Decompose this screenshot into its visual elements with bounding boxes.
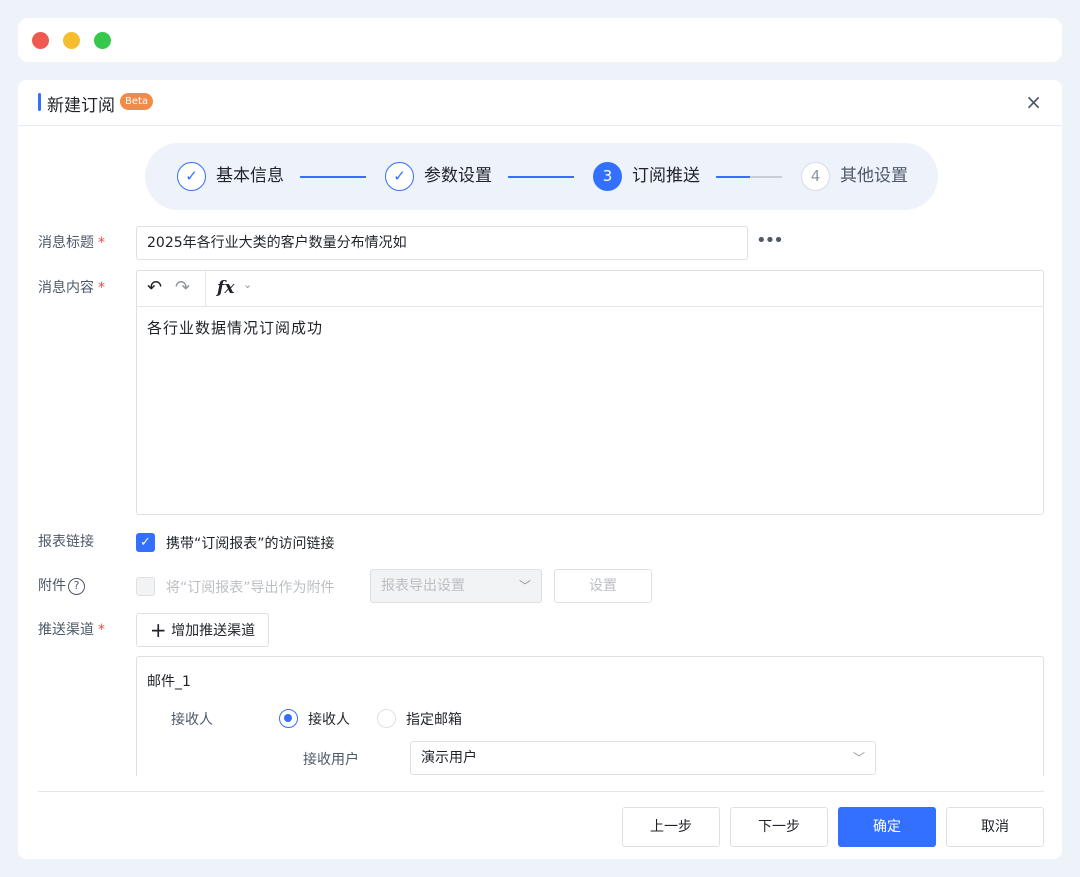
step-3-label[interactable]: 订阅推送 [632, 165, 700, 187]
previous-step-button[interactable]: 上一步 [622, 807, 720, 847]
attachment-checkbox-text: 将“订阅报表”导出作为附件 [166, 580, 335, 596]
attachment-checkbox[interactable] [136, 577, 155, 596]
step-2-check-icon: ✓ [385, 162, 414, 191]
export-settings-select[interactable]: 报表导出设置 ﹀ [370, 569, 542, 603]
specify-email-radio-label: 指定邮箱 [406, 712, 462, 728]
step-4-label[interactable]: 其他设置 [840, 165, 908, 187]
export-settings-select-value: 报表导出设置 [381, 578, 465, 594]
email-channel-card: 邮件_1 接收人 接收人 指定邮箱 接收用户 演示用户 ﹀ [136, 656, 1044, 776]
minimize-window-dot[interactable] [63, 32, 80, 49]
step-2-label[interactable]: 参数设置 [424, 165, 492, 187]
push-channel-label-text: 推送渠道 [38, 622, 94, 638]
window-titlebar [18, 18, 1062, 62]
recipient-radio-label: 接收人 [308, 712, 350, 728]
specify-email-radio[interactable] [377, 709, 396, 728]
message-title-label: 消息标题 * [38, 233, 105, 253]
step-connector-1 [300, 176, 366, 178]
dialog-title: 新建订阅 [47, 96, 115, 116]
required-mark: * [98, 235, 105, 251]
step-connector-2 [508, 176, 574, 178]
step-connector-3-done [716, 176, 750, 178]
close-icon[interactable]: × [1025, 90, 1042, 114]
plus-icon: + [149, 618, 167, 642]
message-title-input[interactable]: 2025年各行业大类的客户数量分布情况如 [136, 226, 748, 260]
dialog-header: 新建订阅 Beta × [18, 80, 1062, 126]
attachment-settings-button[interactable]: 设置 [554, 569, 652, 603]
attachment-label: 附件? [38, 576, 85, 596]
toolbar-divider [205, 271, 206, 307]
footer-divider [38, 791, 1044, 792]
cancel-button[interactable]: 取消 [946, 807, 1044, 847]
report-link-label: 报表链接 [38, 534, 94, 550]
title-accent-bar [38, 93, 41, 111]
more-options-icon[interactable]: ••• [756, 230, 784, 251]
recipient-label: 接收人 [171, 712, 213, 728]
new-subscription-dialog: 新建订阅 Beta × ✓ 基本信息 ✓ 参数设置 3 订阅推送 4 其他设置 … [18, 80, 1062, 859]
editor-toolbar: ↶ ↷ fx ⌄ [137, 271, 1043, 307]
step-1-check-icon: ✓ [177, 162, 206, 191]
report-link-checkbox[interactable]: ✓ [136, 533, 155, 552]
formula-fx-icon[interactable]: fx [217, 276, 234, 300]
report-link-checkbox-text: 携带“订阅报表”的访问链接 [166, 536, 335, 552]
step-4-number: 4 [801, 162, 830, 191]
beta-badge: Beta [120, 93, 154, 110]
receive-users-select[interactable]: 演示用户 ﹀ [410, 741, 876, 775]
receive-users-value: 演示用户 [421, 750, 477, 766]
stepper: ✓ 基本信息 ✓ 参数设置 3 订阅推送 4 其他设置 [145, 143, 938, 210]
required-mark: * [98, 280, 105, 296]
push-channel-label: 推送渠道 * [38, 620, 105, 640]
recipient-radio[interactable] [279, 709, 298, 728]
message-content-label-text: 消息内容 [38, 280, 94, 296]
step-1-label[interactable]: 基本信息 [216, 165, 284, 187]
message-content-text[interactable]: 各行业数据情况订阅成功 [147, 317, 323, 338]
message-title-label-text: 消息标题 [38, 235, 94, 251]
add-channel-button-label: 增加推送渠道 [171, 623, 256, 639]
close-window-dot[interactable] [32, 32, 49, 49]
receive-users-label: 接收用户 [303, 752, 359, 768]
next-step-button[interactable]: 下一步 [730, 807, 828, 847]
channel-name: 邮件_1 [147, 674, 191, 690]
message-content-editor[interactable]: ↶ ↷ fx ⌄ 各行业数据情况订阅成功 [136, 270, 1044, 515]
maximize-window-dot[interactable] [94, 32, 111, 49]
undo-icon[interactable]: ↶ [147, 275, 162, 301]
message-content-label: 消息内容 * [38, 278, 105, 298]
confirm-button[interactable]: 确定 [838, 807, 936, 847]
chevron-down-icon[interactable]: ⌄ [243, 278, 252, 291]
attachment-label-text: 附件 [38, 578, 66, 594]
step-3-number: 3 [593, 162, 622, 191]
help-icon[interactable]: ? [68, 578, 85, 595]
required-mark: * [98, 622, 105, 638]
redo-icon[interactable]: ↷ [175, 275, 190, 301]
step-connector-3-todo [750, 176, 782, 178]
chevron-down-icon: ﹀ [518, 579, 531, 593]
add-channel-button[interactable]: + 增加推送渠道 [136, 613, 269, 647]
chevron-down-icon: ﹀ [852, 751, 865, 765]
